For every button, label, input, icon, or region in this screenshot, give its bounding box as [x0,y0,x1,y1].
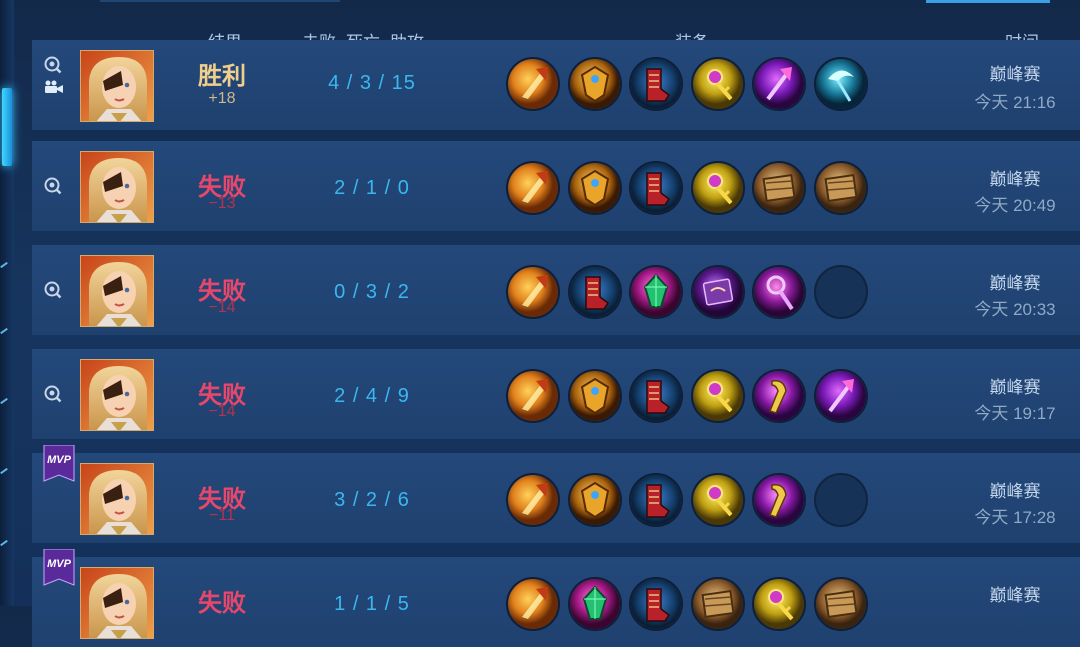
match-row[interactable]: 失败 −14 0 / 3 / 2 巅峰赛 今天 20:33 [32,245,1080,335]
golden-scepter-icon[interactable] [752,577,806,631]
red-boots-icon[interactable] [567,265,622,319]
wooden-crate-icon[interactable] [690,577,745,631]
score-delta: −14 [208,299,236,316]
match-time: 今天 20:33 [974,300,1056,319]
red-boots-icon[interactable] [629,577,683,631]
video-camera-icon[interactable] [44,80,63,94]
green-gem-icon[interactable] [567,577,622,631]
left-nav-active-indicator [2,88,12,166]
golden-scepter-icon[interactable] [690,473,745,527]
golden-axe-icon[interactable] [506,161,560,215]
green-gem-icon[interactable] [629,265,683,319]
golden-axe-icon[interactable] [506,577,560,631]
match-row[interactable]: 胜利 +18 4 / 3 / 15 巅峰赛今天 21:16 [32,40,1080,130]
match-time: 今天 20:49 [974,196,1056,215]
game-mode: 巅峰赛 [989,482,1041,501]
score-delta: −14 [208,403,236,420]
game-mode: 巅峰赛 [989,586,1041,605]
red-boots-icon[interactable] [629,57,683,111]
match-row[interactable]: MVP 失败 −11 3 / 2 / 6 巅峰赛 今天 17:28 [32,444,1080,543]
mvp-badge-icon: MVP [42,548,76,586]
svg-text:MVP: MVP [47,454,72,466]
golden-scepter-icon[interactable] [690,369,745,423]
golden-shield-icon[interactable] [567,57,622,111]
top-accent-bar [926,0,1050,3]
game-mode: 巅峰赛 [989,170,1041,189]
score-delta: −13 [208,195,236,212]
teal-scythe-icon[interactable] [813,57,868,111]
replay-icon[interactable] [44,177,62,195]
golden-shield-icon[interactable] [567,473,622,527]
empty-item-slot [813,265,868,319]
golden-scepter-icon[interactable] [690,57,745,111]
kda-stats: 1 / 1 / 5 [334,593,410,615]
golden-axe-icon[interactable] [506,473,560,527]
hero-portrait[interactable] [80,359,154,431]
red-boots-icon[interactable] [629,369,683,423]
hero-portrait[interactable] [80,463,154,535]
hero-portrait[interactable] [80,567,154,639]
golden-staff-icon[interactable] [752,369,806,423]
purple-staff-icon[interactable] [752,265,806,319]
game-mode: 巅峰赛 [989,274,1041,293]
match-row[interactable]: MVP 失败 1 / 1 / 5 巅峰赛 [32,548,1080,647]
golden-axe-icon[interactable] [506,57,560,111]
purple-trident-icon[interactable] [813,369,868,423]
empty-item-slot [813,473,868,527]
match-time: 今天 21:16 [974,93,1056,112]
kda-stats: 0 / 3 / 2 [334,281,410,303]
match-result: 失败 [198,590,246,617]
hero-portrait[interactable] [80,50,154,122]
hero-portrait[interactable] [80,151,154,223]
match-row[interactable]: 失败 −13 2 / 1 / 0 巅峰赛 今天 20:49 [32,141,1080,231]
mvp-badge-icon: MVP [42,444,76,482]
golden-staff-icon[interactable] [752,473,806,527]
wooden-crate-icon[interactable] [813,161,868,215]
match-time: 今天 19:17 [974,404,1056,423]
kda-stats: 3 / 2 / 6 [334,489,410,511]
kda-stats: 2 / 1 / 0 [334,177,410,199]
svg-text:MVP: MVP [47,558,72,570]
golden-scepter-icon[interactable] [690,161,745,215]
replay-icon[interactable] [44,385,62,403]
replay-icon[interactable] [44,56,62,74]
game-mode: 巅峰赛 [989,378,1041,397]
replay-icon[interactable] [44,281,62,299]
top-accent-line [100,0,340,2]
purple-book-icon[interactable] [690,265,745,319]
score-delta: −11 [209,507,235,524]
golden-shield-icon[interactable] [567,369,622,423]
golden-axe-icon[interactable] [506,265,560,319]
purple-trident-icon[interactable] [752,57,806,111]
match-time: 今天 17:28 [974,508,1056,527]
game-mode: 巅峰赛 [989,65,1041,84]
hero-portrait[interactable] [80,255,154,327]
wooden-crate-icon[interactable] [813,577,868,631]
score-delta: +18 [208,90,236,107]
red-boots-icon[interactable] [629,473,683,527]
red-boots-icon[interactable] [629,161,683,215]
kda-stats: 2 / 4 / 9 [334,385,410,407]
match-result: 胜利 [198,63,246,90]
golden-axe-icon[interactable] [506,369,560,423]
wooden-crate-icon[interactable] [752,161,806,215]
match-row[interactable]: 失败 −14 2 / 4 / 9 巅峰赛 今天 19:17 [32,349,1080,439]
golden-shield-icon[interactable] [567,161,622,215]
kda-stats: 4 / 3 / 15 [328,72,416,94]
